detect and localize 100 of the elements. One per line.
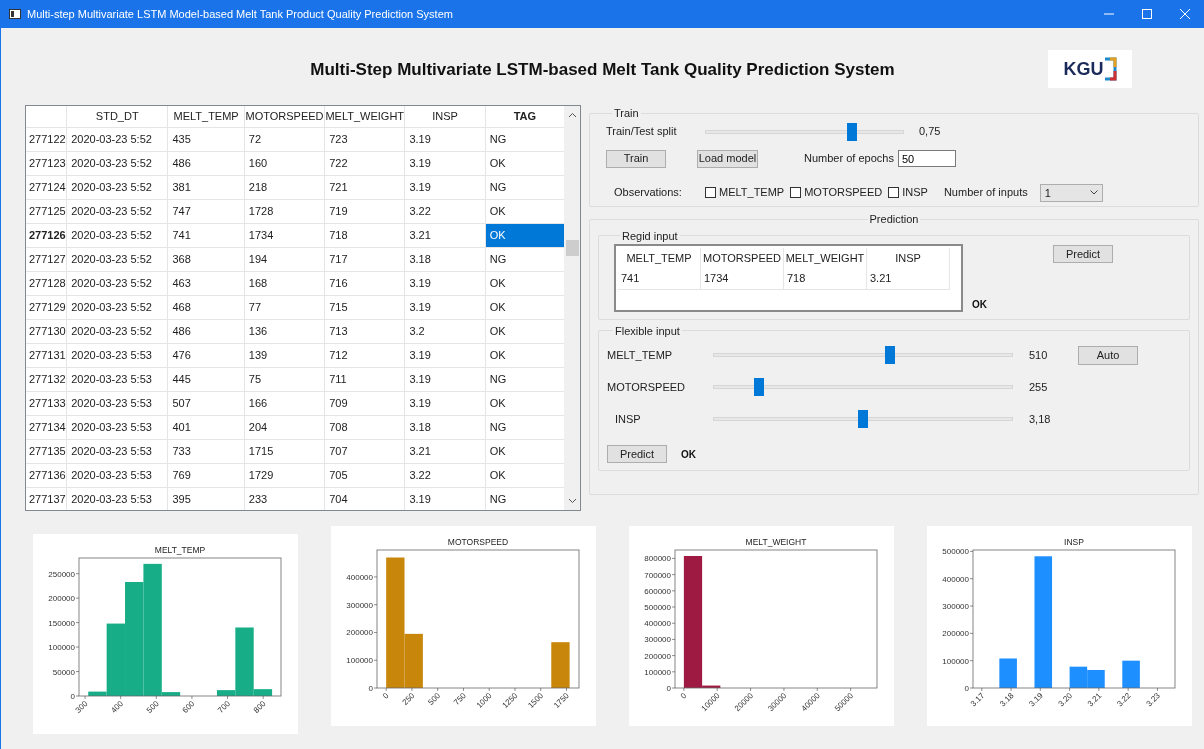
predict-button[interactable]: Predict — [1053, 245, 1113, 263]
table-cell: 3.19 — [404, 344, 485, 367]
table-cell: 166 — [243, 392, 325, 415]
table-cell: 1728 — [243, 200, 325, 223]
column-header: INSP — [867, 248, 950, 268]
slider-thumb[interactable] — [884, 346, 895, 364]
row-number[interactable]: 277132 — [26, 368, 67, 391]
table-cell: 3.22 — [404, 200, 485, 223]
table-cell: 3.19 — [404, 272, 485, 295]
tick-label: 500000 — [942, 547, 969, 557]
table-cell: 3.2 — [404, 320, 485, 343]
tick-mark — [1157, 687, 1158, 692]
slider-thumb[interactable] — [846, 122, 857, 141]
table-cell: 718 — [784, 268, 867, 289]
table-cell: 723 — [324, 128, 405, 151]
table-cell: 75 — [243, 368, 325, 391]
chart-title: MOTORSPEED — [447, 537, 509, 547]
tick-mark — [671, 558, 676, 559]
slider-thumb[interactable] — [753, 378, 764, 396]
row-number[interactable]: 277126 — [26, 224, 67, 247]
close-icon[interactable] — [1180, 9, 1190, 19]
tick-mark — [671, 590, 676, 592]
histogram-bar — [999, 658, 1017, 688]
slider-label: INSP — [614, 411, 642, 427]
checkbox[interactable] — [888, 187, 900, 198]
auto-button[interactable]: Auto — [1078, 345, 1138, 365]
checkbox[interactable] — [705, 187, 716, 198]
tick-mark — [1069, 687, 1070, 692]
scrollbar[interactable] — [564, 106, 580, 510]
tick-label: 500000 — [644, 603, 671, 612]
slider-reading: 255 — [1029, 379, 1049, 395]
tick-mark — [75, 573, 80, 574]
tick-mark — [671, 639, 676, 640]
epochs-label: Number of epochs — [804, 151, 894, 167]
table-cell: 2020-03-23 5:52 — [66, 320, 168, 343]
table-cell: 3.18 — [404, 416, 485, 439]
tick-mark — [411, 687, 413, 692]
row-number[interactable]: 277130 — [26, 320, 67, 343]
load-model-button[interactable]: Load model — [697, 149, 758, 168]
table-cell: 168 — [243, 272, 325, 295]
row-number[interactable]: 277129 — [26, 296, 67, 319]
table-cell: 486 — [167, 320, 244, 343]
table-cell: 3.19 — [404, 392, 485, 415]
tick-label: 100000 — [48, 643, 75, 653]
row-number[interactable]: 277125 — [26, 200, 67, 223]
predict-button[interactable]: Predict — [607, 445, 667, 463]
table-cell: 77 — [243, 296, 325, 319]
tick-label: 0 — [666, 684, 671, 693]
checkbox-label[interactable]: MELT_TEMP — [719, 184, 785, 201]
tick-mark — [262, 695, 264, 700]
group-title: Regid input — [621, 228, 679, 244]
row-number[interactable]: 277124 — [26, 176, 67, 199]
table-cell: 2020-03-23 5:53 — [66, 368, 168, 391]
tick-mark — [488, 687, 490, 692]
tick-label: 50000 — [52, 667, 75, 677]
table-cell: 708 — [324, 416, 405, 439]
tick-label: 400 — [109, 699, 126, 715]
tick-label: 400000 — [644, 619, 671, 629]
table-cell: 3.21 — [404, 224, 485, 247]
tick-mark — [437, 687, 438, 692]
row-number[interactable]: 277127 — [26, 248, 67, 271]
checkbox-label[interactable]: INSP — [902, 184, 928, 201]
checkbox-label[interactable]: MOTORSPEED — [804, 184, 883, 201]
row-number[interactable]: 277128 — [26, 272, 67, 295]
column-header[interactable]: STD_DT — [66, 106, 168, 127]
row-number[interactable]: 277136 — [26, 464, 67, 487]
scroll-up-icon[interactable] — [567, 112, 577, 118]
table-cell: 705 — [324, 464, 405, 487]
scroll-down-icon[interactable] — [567, 498, 577, 504]
inputs-dropdown[interactable]: 1 — [1039, 183, 1103, 202]
row-number[interactable]: 277131 — [26, 344, 67, 367]
epochs-field[interactable]: 50 — [897, 150, 956, 167]
checkbox[interactable] — [790, 187, 802, 198]
tick-mark — [75, 646, 80, 648]
row-number[interactable]: 277135 — [26, 440, 67, 463]
row-number[interactable]: 277133 — [26, 392, 67, 415]
table-cell: 1734 — [243, 224, 325, 247]
tick-label: 800 — [251, 699, 268, 715]
table-cell: 712 — [324, 344, 405, 367]
row-number[interactable]: 277134 — [26, 416, 67, 439]
table-cell: 2020-03-23 5:52 — [66, 152, 168, 175]
row-number[interactable]: 277137 — [26, 488, 67, 510]
scrollbar-thumb[interactable] — [565, 240, 579, 256]
tick-mark — [1040, 687, 1041, 692]
slider-thumb[interactable] — [858, 410, 868, 428]
app-heading: Multi-Step Multivariate LSTM-based Melt Tank Quality Prediction System — [310, 59, 895, 82]
tick-mark — [75, 622, 80, 623]
tick-label: 400000 — [346, 572, 373, 582]
tick-mark — [1127, 687, 1129, 692]
column-header[interactable]: INSP — [404, 106, 485, 127]
tick-label: 400000 — [942, 574, 969, 584]
tick-mark — [969, 687, 974, 689]
row-number[interactable]: 277122 — [26, 128, 67, 151]
maximize-icon[interactable] — [1142, 9, 1152, 19]
column-header[interactable]: MOTORSPEED — [243, 106, 325, 127]
row-number[interactable]: 277123 — [26, 152, 67, 175]
column-header[interactable]: MELT_TEMP — [167, 106, 244, 127]
train-button[interactable]: Train — [606, 149, 666, 168]
tick-label: 250 — [400, 691, 417, 707]
column-header[interactable]: MELT_WEIGHT — [324, 106, 405, 127]
